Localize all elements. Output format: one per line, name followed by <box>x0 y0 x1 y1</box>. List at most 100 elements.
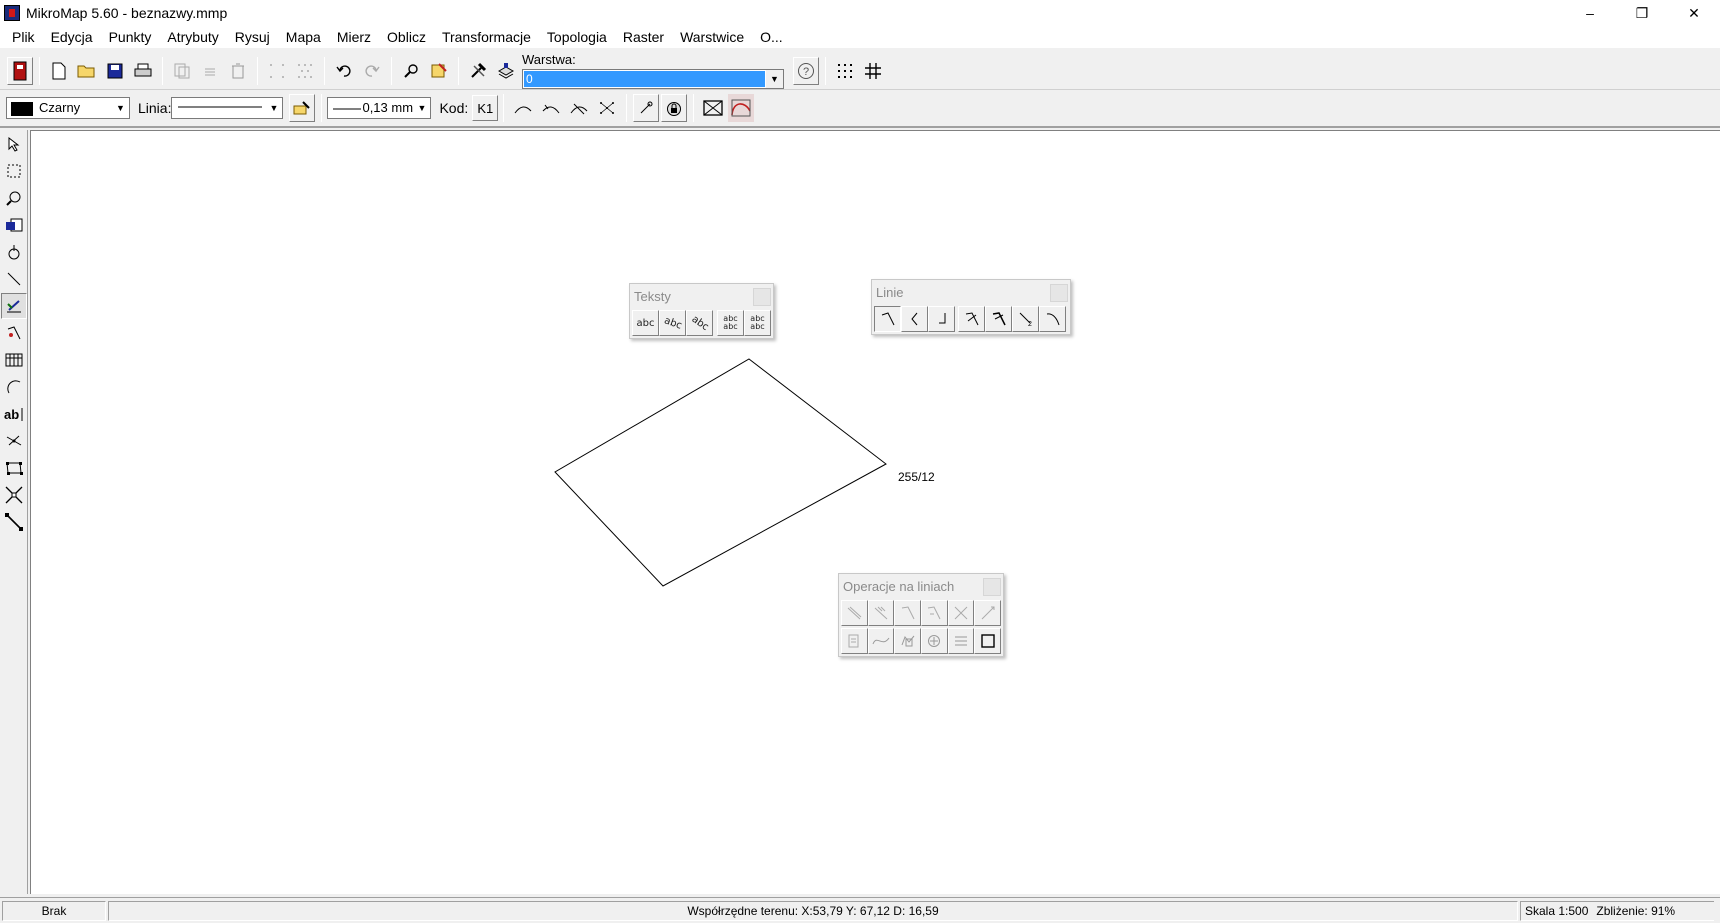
parcel-label[interactable]: 255/12 <box>898 470 935 484</box>
line-extend-button[interactable] <box>985 306 1012 332</box>
lock-button[interactable] <box>661 94 688 122</box>
snap-point-button[interactable] <box>633 94 660 122</box>
menu-atrybuty[interactable]: Atrybuty <box>159 26 226 48</box>
print-button[interactable] <box>130 57 156 85</box>
code-button[interactable]: K1 <box>472 95 499 121</box>
text-multi-button[interactable]: abc abc <box>717 310 744 336</box>
list-button[interactable] <box>197 57 223 85</box>
polyline-tool[interactable] <box>1 293 27 319</box>
menu-topologia[interactable]: Topologia <box>539 26 615 48</box>
text-horizontal-button[interactable]: abc <box>632 310 659 336</box>
chevron-down-icon[interactable]: ▼ <box>766 69 783 88</box>
menu-edycja[interactable]: Edycja <box>43 26 101 48</box>
layer-dropdown[interactable]: 0 ▼ <box>522 68 784 89</box>
intersect-tool[interactable] <box>1 482 27 508</box>
exit-button[interactable] <box>7 56 33 85</box>
select-tool[interactable] <box>1 131 27 157</box>
close-icon[interactable] <box>753 288 771 306</box>
menu-plik[interactable]: Plik <box>4 26 43 48</box>
copy-button[interactable] <box>169 57 195 85</box>
menu-oblicz[interactable]: Oblicz <box>379 26 434 48</box>
menu-mapa[interactable]: Mapa <box>278 26 329 48</box>
chevron-down-icon[interactable]: ▼ <box>265 98 283 118</box>
close-icon[interactable] <box>1050 284 1068 302</box>
op-smooth-button[interactable] <box>867 628 895 654</box>
text-tool[interactable]: ab <box>1 401 27 427</box>
texts-palette-title[interactable]: Teksty <box>630 284 773 310</box>
curve-tool-4[interactable] <box>594 94 620 122</box>
connect-tool[interactable] <box>1 509 27 535</box>
lines-palette-title[interactable]: Linie <box>872 280 1070 306</box>
op-join-button[interactable] <box>921 600 948 626</box>
line-style-edit-button[interactable] <box>289 94 316 122</box>
points-button[interactable] <box>264 57 290 85</box>
parcel-polygon[interactable] <box>554 358 887 587</box>
redo-button[interactable] <box>359 57 385 85</box>
menu-raster[interactable]: Raster <box>615 26 672 48</box>
undo-button[interactable] <box>331 57 357 85</box>
point-tool[interactable] <box>1 239 27 265</box>
op-cross-button[interactable] <box>947 600 975 626</box>
line-trim-button[interactable] <box>958 306 985 332</box>
polygon-tool[interactable] <box>1 455 27 481</box>
line-step-button[interactable] <box>928 306 955 332</box>
zoom-tool[interactable] <box>1 185 27 211</box>
op-hatch-button[interactable] <box>867 600 895 626</box>
color-dropdown[interactable]: Czarny ▼ <box>6 97 130 119</box>
close-button[interactable]: ✕ <box>1668 0 1720 26</box>
menu-mierz[interactable]: Mierz <box>329 26 379 48</box>
line-bend-button[interactable] <box>874 306 901 332</box>
close-icon[interactable] <box>983 578 1001 596</box>
delete-button[interactable] <box>225 57 251 85</box>
curve-draw-button[interactable] <box>728 94 755 122</box>
frame-off-button[interactable] <box>700 94 726 122</box>
menu-punkty[interactable]: Punkty <box>101 26 160 48</box>
op-parallel-button[interactable] <box>947 628 975 654</box>
menu-warstwice[interactable]: Warstwice <box>672 26 752 48</box>
text-rotated-button[interactable]: abc <box>659 310 686 336</box>
menu-rysuj[interactable]: Rysuj <box>227 26 278 48</box>
chevron-down-icon[interactable]: ▼ <box>112 98 129 118</box>
line-arc-button[interactable] <box>1039 306 1066 332</box>
line-style-dropdown[interactable]: ▼ <box>171 97 284 119</box>
op-offset-button[interactable] <box>841 600 868 626</box>
line-tool[interactable] <box>1 266 27 292</box>
save-button[interactable] <box>102 57 128 85</box>
paint-button[interactable] <box>426 57 452 85</box>
pan-tool[interactable] <box>1 212 27 238</box>
points-dense-button[interactable] <box>292 57 318 85</box>
op-extend-button[interactable] <box>974 600 1002 626</box>
table-tool[interactable] <box>1 347 27 373</box>
chevron-down-icon[interactable]: ▼ <box>413 98 431 118</box>
minimize-button[interactable]: – <box>1564 0 1616 26</box>
zoom-button[interactable] <box>398 57 424 85</box>
curve-tool-1[interactable] <box>510 94 536 122</box>
open-button[interactable] <box>74 57 100 85</box>
rect-select-tool[interactable] <box>1 158 27 184</box>
snap-grid-button[interactable] <box>832 57 858 85</box>
dimension-tool[interactable] <box>1 428 27 454</box>
curve-tool-3[interactable] <box>566 94 592 122</box>
new-file-button[interactable] <box>46 57 72 85</box>
text-block-button[interactable]: abc abc <box>744 310 771 336</box>
line-zigzag-button[interactable] <box>901 306 928 332</box>
line-width-dropdown[interactable]: 0,13 mm ▼ <box>327 97 432 119</box>
map-canvas[interactable]: 255/12 Teksty abc abc abc abc abc abc ab… <box>30 130 1720 894</box>
curve-tool-2[interactable] <box>538 94 564 122</box>
menu-o[interactable]: O... <box>752 26 791 48</box>
help-button[interactable]: ? <box>793 56 819 85</box>
tools-button[interactable] <box>465 57 491 85</box>
op-bend-button[interactable] <box>894 600 922 626</box>
arc-tool[interactable] <box>1 374 27 400</box>
line-split-button[interactable]: 2 <box>1012 306 1039 332</box>
break-tool[interactable] <box>1 320 27 346</box>
op-doc-button[interactable] <box>841 628 868 654</box>
op-simplify-button[interactable] <box>894 628 922 654</box>
line-ops-palette-title[interactable]: Operacje na liniach <box>839 574 1003 600</box>
op-area-button[interactable] <box>921 628 948 654</box>
restore-button[interactable]: ❐ <box>1616 0 1668 26</box>
menu-transformacje[interactable]: Transformacje <box>434 26 539 48</box>
text-along-line-button[interactable]: abc <box>686 310 713 336</box>
op-rectangle-button[interactable] <box>974 628 1002 654</box>
layers-button[interactable] <box>493 57 519 85</box>
